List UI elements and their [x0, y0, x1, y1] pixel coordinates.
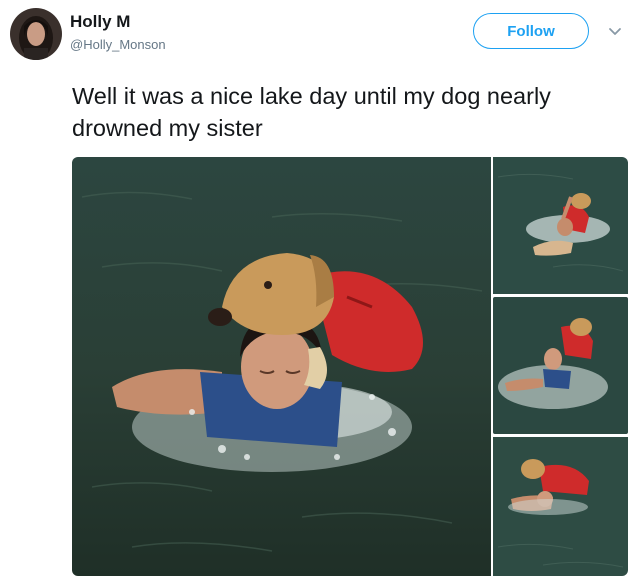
- tweet-card: Holly M @Holly_Monson Follow Well it was…: [0, 0, 640, 588]
- tweet-photo-main[interactable]: [72, 157, 491, 576]
- avatar[interactable]: [10, 8, 62, 60]
- chevron-down-icon[interactable]: [605, 22, 625, 42]
- user-handle[interactable]: @Holly_Monson: [70, 37, 166, 52]
- tweet-text: Well it was a nice lake day until my dog…: [72, 83, 551, 141]
- tweet-photo-thumbnail[interactable]: [493, 157, 628, 294]
- display-name[interactable]: Holly M: [70, 12, 130, 32]
- tweet-photo-thumbnail[interactable]: [493, 297, 628, 434]
- follow-button[interactable]: Follow: [473, 13, 589, 49]
- tweet-photo-thumbnail[interactable]: [493, 437, 628, 576]
